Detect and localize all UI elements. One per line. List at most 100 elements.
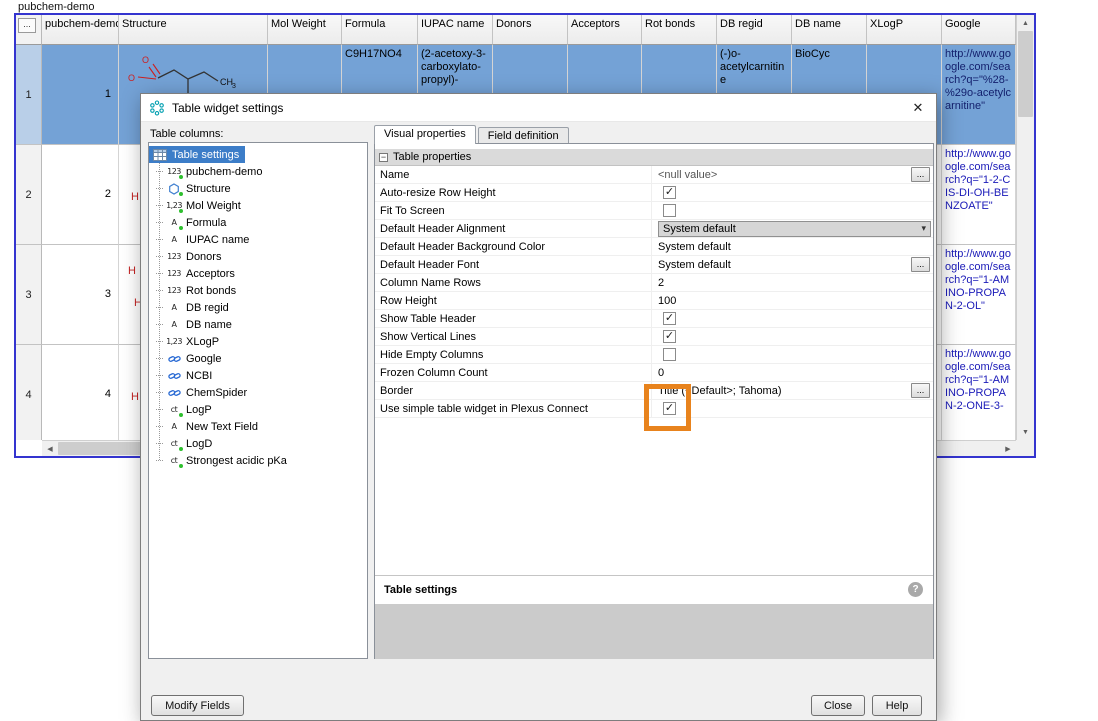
checkbox-hide-empty-columns[interactable] bbox=[663, 348, 676, 361]
tree-item-chemspider[interactable]: ChemSpider bbox=[163, 384, 253, 401]
cell-id[interactable]: 1 bbox=[42, 45, 119, 145]
dialog-titlebar[interactable]: Table widget settings ✕ bbox=[141, 94, 936, 122]
column-header-google[interactable]: Google bbox=[942, 15, 1016, 45]
category-table-properties[interactable]: − Table properties bbox=[375, 149, 933, 166]
field-type-ct-icon: ct bbox=[166, 437, 182, 451]
tree-item-formula[interactable]: AFormula bbox=[163, 214, 232, 231]
column-header-donors[interactable]: Donors bbox=[493, 15, 568, 45]
tree-item-label: DB regid bbox=[186, 302, 229, 314]
cell-google[interactable]: http://www.google.com/search?q="%28-%29o… bbox=[942, 45, 1016, 145]
column-header-db-regid[interactable]: DB regid bbox=[717, 15, 792, 45]
tree-item-logp[interactable]: ctLogP bbox=[163, 401, 218, 418]
column-header-acceptors[interactable]: Acceptors bbox=[568, 15, 642, 45]
field-type-1-23-icon: 1,23 bbox=[166, 199, 182, 213]
row-number[interactable]: 1 bbox=[16, 45, 42, 145]
tree-item-xlogp[interactable]: 1,23XLogP bbox=[163, 333, 225, 350]
column-header-db-name[interactable]: DB name bbox=[792, 15, 867, 45]
tree-item-new-text-field[interactable]: ANew Text Field bbox=[163, 418, 264, 435]
tree-item-donors[interactable]: 123Donors bbox=[163, 248, 227, 265]
column-header-iupac-name[interactable]: IUPAC name bbox=[418, 15, 493, 45]
property-row-default-header-background-color[interactable]: Default Header Background ColorSystem de… bbox=[375, 238, 933, 256]
property-row-show-vertical-lines[interactable]: Show Vertical Lines✓ bbox=[375, 328, 933, 346]
row-number[interactable]: 4 bbox=[16, 345, 42, 440]
collapse-icon[interactable]: − bbox=[379, 153, 388, 162]
dropdown-default-header-alignment[interactable]: System default▾ bbox=[658, 221, 931, 237]
scroll-right-icon[interactable]: ▶ bbox=[1000, 441, 1016, 456]
property-value bbox=[652, 202, 933, 219]
modify-fields-button[interactable]: Modify Fields bbox=[151, 695, 244, 716]
indexed-indicator bbox=[178, 412, 184, 418]
property-row-show-table-header[interactable]: Show Table Header✓ bbox=[375, 310, 933, 328]
scroll-down-icon[interactable]: ▼ bbox=[1017, 424, 1034, 440]
property-row-default-header-font[interactable]: Default Header FontSystem default... bbox=[375, 256, 933, 274]
row-number[interactable]: 2 bbox=[16, 145, 42, 245]
property-rows: Name<null value>...Auto-resize Row Heigh… bbox=[375, 166, 933, 418]
property-row-column-name-rows[interactable]: Column Name Rows2 bbox=[375, 274, 933, 292]
help-button[interactable]: Help bbox=[872, 695, 922, 716]
checkbox-auto-resize-row-height[interactable]: ✓ bbox=[663, 186, 676, 199]
property-row-name[interactable]: Name<null value>... bbox=[375, 166, 933, 184]
tree-item-structure[interactable]: Structure bbox=[163, 180, 237, 197]
column-header-rot-bonds[interactable]: Rot bonds bbox=[642, 15, 717, 45]
scroll-up-icon[interactable]: ▲ bbox=[1017, 15, 1034, 31]
row-number[interactable]: 3 bbox=[16, 245, 42, 345]
tree-item-table-settings[interactable]: Table settings bbox=[149, 146, 245, 163]
cell-google[interactable]: http://www.google.com/search?q="1-AMINO-… bbox=[942, 245, 1016, 345]
tree-item-db-name[interactable]: ADB name bbox=[163, 316, 238, 333]
tree-item-label: pubchem-demo bbox=[186, 166, 262, 178]
cell-id[interactable]: 2 bbox=[42, 145, 119, 245]
property-row-row-height[interactable]: Row Height100 bbox=[375, 292, 933, 310]
column-header-xlogp[interactable]: XLogP bbox=[867, 15, 942, 45]
property-row-fit-to-screen[interactable]: Fit To Screen bbox=[375, 202, 933, 220]
close-button[interactable]: Close bbox=[811, 695, 865, 716]
tree-item-db-regid[interactable]: ADB regid bbox=[163, 299, 235, 316]
column-header-structure[interactable]: Structure bbox=[119, 15, 268, 45]
property-row-frozen-column-count[interactable]: Frozen Column Count0 bbox=[375, 364, 933, 382]
close-icon[interactable]: ✕ bbox=[900, 94, 936, 122]
checkbox-fit-to-screen[interactable] bbox=[663, 204, 676, 217]
help-icon[interactable]: ? bbox=[908, 582, 923, 597]
tree-item-iupac-name[interactable]: AIUPAC name bbox=[163, 231, 255, 248]
property-value: System default bbox=[652, 238, 933, 255]
checkbox-show-table-header[interactable]: ✓ bbox=[663, 312, 676, 325]
tree-item-pubchem-demo[interactable]: 123pubchem-demo bbox=[163, 163, 268, 180]
scrollbar-corner bbox=[1016, 440, 1034, 456]
column-header-formula[interactable]: Formula bbox=[342, 15, 418, 45]
tree-item-ncbi[interactable]: NCBI bbox=[163, 367, 218, 384]
ellipsis-button[interactable]: ... bbox=[911, 257, 930, 272]
column-options-button[interactable]: ... bbox=[18, 18, 36, 33]
scroll-left-icon[interactable]: ◀ bbox=[42, 441, 58, 456]
tree-item-label: DB name bbox=[186, 319, 232, 331]
property-row-default-header-alignment[interactable]: Default Header AlignmentSystem default▾ bbox=[375, 220, 933, 238]
field-type-ct-icon: ct bbox=[166, 403, 182, 417]
tree-item-label: Rot bonds bbox=[186, 285, 236, 297]
vertical-scrollbar[interactable]: ▲ ▼ bbox=[1016, 15, 1034, 440]
checkbox-show-vertical-lines[interactable]: ✓ bbox=[663, 330, 676, 343]
ellipsis-button[interactable]: ... bbox=[911, 167, 930, 182]
tree-item-strongest-acidic-pka[interactable]: ctStrongest acidic pKa bbox=[163, 452, 293, 469]
cell-id[interactable]: 3 bbox=[42, 245, 119, 345]
cell-google[interactable]: http://www.google.com/search?q="1-AMINO-… bbox=[942, 345, 1016, 440]
property-row-auto-resize-row-height[interactable]: Auto-resize Row Height✓ bbox=[375, 184, 933, 202]
tree-item-acceptors[interactable]: 123Acceptors bbox=[163, 265, 241, 282]
property-row-hide-empty-columns[interactable]: Hide Empty Columns bbox=[375, 346, 933, 364]
tree-item-google[interactable]: Google bbox=[163, 350, 227, 367]
cell-id[interactable]: 4 bbox=[42, 345, 119, 440]
column-header-pubchem-demo[interactable]: pubchem-demo bbox=[42, 15, 119, 45]
vertical-scrollbar-thumb[interactable] bbox=[1018, 31, 1033, 117]
table-widget-settings-dialog: Table widget settings ✕ Table columns: T… bbox=[140, 93, 937, 721]
tree-item-rot-bonds[interactable]: 123Rot bonds bbox=[163, 282, 242, 299]
property-value: ✓ bbox=[652, 328, 933, 345]
property-name: Name bbox=[375, 166, 652, 183]
property-name: Fit To Screen bbox=[375, 202, 652, 219]
column-header-mol-weight[interactable]: Mol Weight bbox=[268, 15, 342, 45]
property-name: Border bbox=[375, 382, 652, 399]
cell-google[interactable]: http://www.google.com/search?q="1-2-CIS-… bbox=[942, 145, 1016, 245]
tab-field-definition[interactable]: Field definition bbox=[478, 127, 569, 144]
svg-text:O: O bbox=[142, 55, 149, 65]
tree-item-logd[interactable]: ctLogD bbox=[163, 435, 218, 452]
ellipsis-button[interactable]: ... bbox=[911, 383, 930, 398]
tab-visual-properties[interactable]: Visual properties bbox=[374, 125, 476, 144]
tree-item-mol-weight[interactable]: 1,23Mol Weight bbox=[163, 197, 247, 214]
settings-tabs: Visual properties Field definition bbox=[374, 125, 571, 144]
